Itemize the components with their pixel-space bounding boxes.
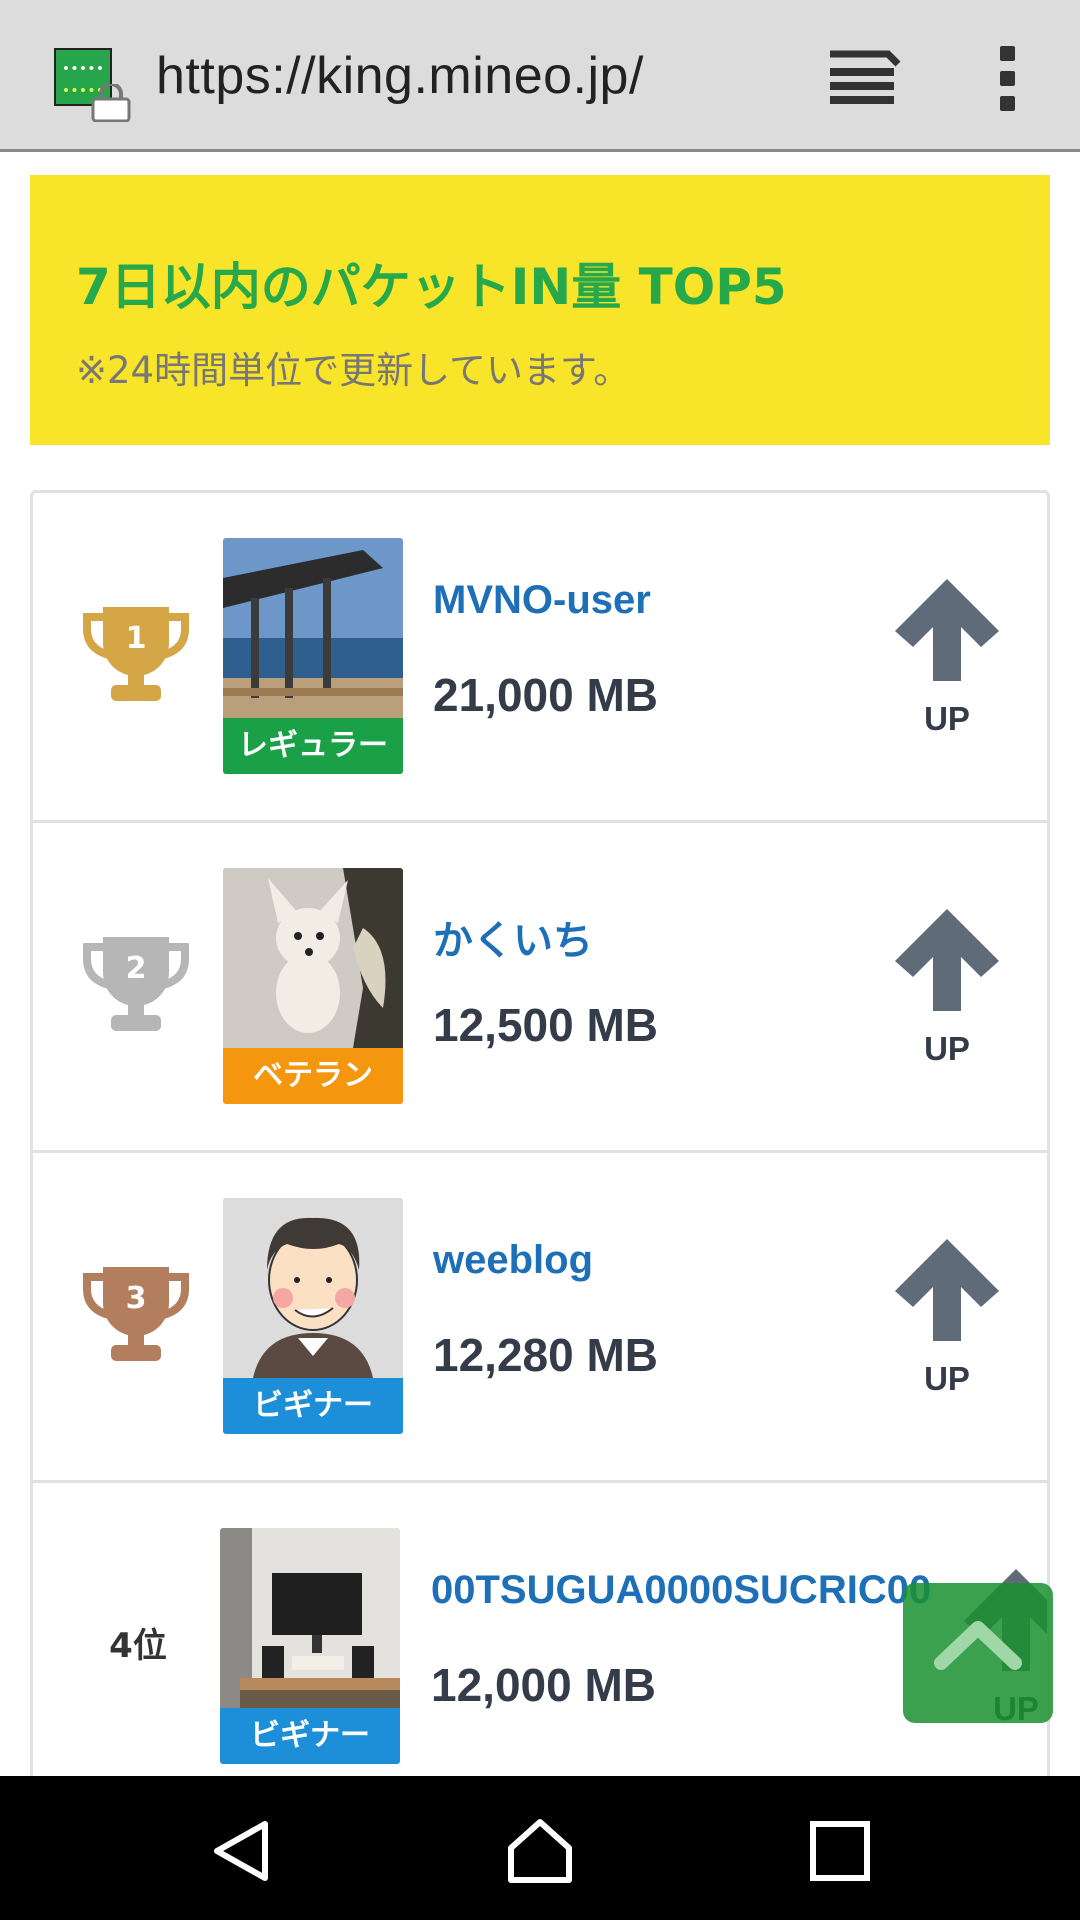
- packet-amount: 12,500 MB: [433, 999, 659, 1051]
- user-level-badge: ビギナー: [220, 1708, 400, 1764]
- username-link[interactable]: 00TSUGUA0000SUCRIC00: [431, 1568, 931, 1613]
- up-label: UP: [924, 1360, 970, 1397]
- banner-note: ※24時間単位で更新しています。: [76, 349, 631, 392]
- up-arrow-icon: [895, 909, 999, 1011]
- ranking-row-2[interactable]: 2 ベテラン かくいち 12,500 MB UP: [33, 823, 1047, 1153]
- rank-number: 1: [125, 621, 147, 656]
- rank-number: 2: [125, 951, 147, 986]
- recents-square-icon[interactable]: [805, 1816, 875, 1886]
- rank-number: 3: [125, 1281, 147, 1316]
- avatar[interactable]: ビギナー: [220, 1528, 400, 1764]
- up-button[interactable]: UP: [889, 1235, 1005, 1397]
- avatar-illustration-man: [223, 1198, 403, 1378]
- ranking-row-3[interactable]: 3 ビギナー weeblog 12,280 MB UP: [33, 1153, 1047, 1483]
- banner-title: 7日以内のパケットIN量 TOP5: [76, 258, 787, 316]
- up-arrow-icon: [895, 579, 999, 681]
- chevron-up-icon: [934, 1621, 1022, 1670]
- user-level-badge: レギュラー: [223, 718, 403, 774]
- packet-amount: 12,280 MB: [433, 1329, 659, 1381]
- username-link[interactable]: MVNO-user: [433, 578, 651, 623]
- up-label: UP: [924, 1030, 970, 1067]
- ranking-banner: 7日以内のパケットIN量 TOP5 ※24時間単位で更新しています。: [30, 175, 1050, 445]
- back-triangle-icon[interactable]: [205, 1816, 275, 1886]
- scroll-to-top-button[interactable]: [903, 1583, 1053, 1723]
- packet-amount: 12,000 MB: [431, 1659, 657, 1711]
- tabs-icon[interactable]: [826, 50, 902, 108]
- avatar-photo-chihuahua: [223, 868, 403, 1048]
- rank-label: 4位: [109, 1626, 167, 1666]
- ranking-row-4[interactable]: 4位 ビギナー 00TSUGUA0000SUCRIC00 12,000 MB U…: [33, 1483, 1047, 1790]
- avatar[interactable]: ベテラン: [223, 868, 403, 1104]
- user-level-badge: ビギナー: [223, 1378, 403, 1434]
- up-button[interactable]: UP: [889, 905, 1005, 1067]
- up-arrow-icon: [895, 1239, 999, 1341]
- browser-url-bar: https://king.mineo.jp/: [0, 0, 1080, 152]
- packet-amount: 21,000 MB: [433, 669, 659, 721]
- avatar-photo-desk: [220, 1528, 400, 1708]
- ranking-row-1[interactable]: 1 レギュラー MVNO-user 21,000 MB UP: [33, 493, 1047, 823]
- home-icon[interactable]: [505, 1816, 575, 1886]
- username-link[interactable]: かくいち: [433, 908, 593, 966]
- system-nav-bar: [0, 1776, 1080, 1920]
- username-link[interactable]: weeblog: [433, 1238, 593, 1283]
- avatar-photo-seaside-shelter: [223, 538, 403, 718]
- avatar[interactable]: レギュラー: [223, 538, 403, 774]
- lock-icon: [91, 84, 131, 122]
- ranking-list: 1 レギュラー MVNO-user 21,000 MB UP 2 ベテラン かく…: [30, 490, 1050, 1790]
- url-text[interactable]: https://king.mineo.jp/: [156, 46, 644, 106]
- user-level-badge: ベテラン: [223, 1048, 403, 1104]
- up-button[interactable]: UP: [889, 575, 1005, 737]
- avatar[interactable]: ビギナー: [223, 1198, 403, 1434]
- more-vert-icon[interactable]: [990, 46, 1024, 112]
- up-label: UP: [924, 700, 970, 737]
